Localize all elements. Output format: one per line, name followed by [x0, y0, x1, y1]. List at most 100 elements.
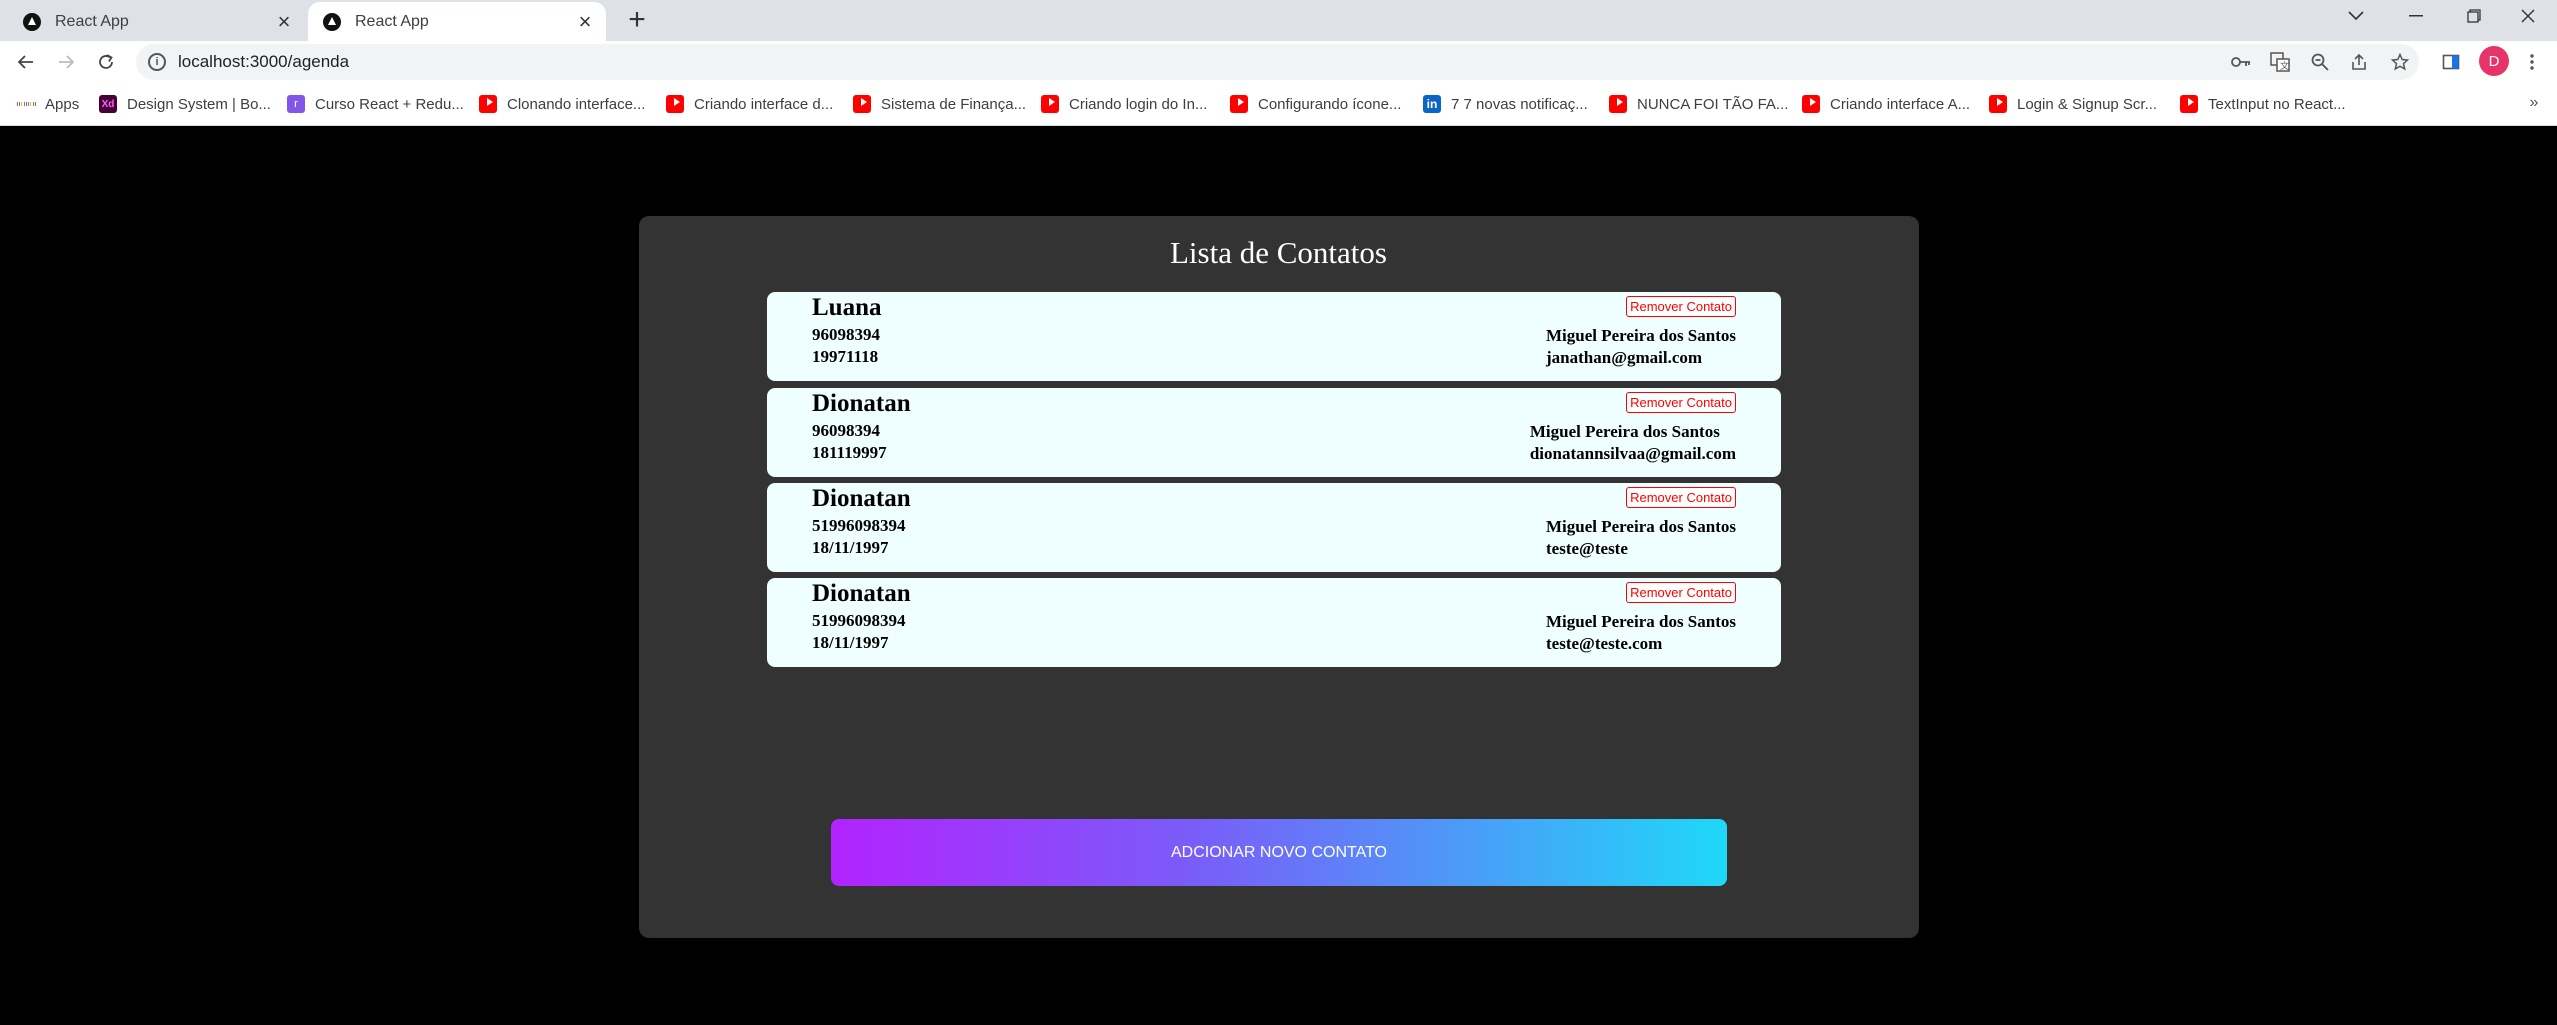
- browser-tab-1[interactable]: React App ×: [8, 2, 305, 41]
- bookmark-label: Criando interface d...: [694, 95, 834, 113]
- remove-contact-button[interactable]: Remover Contato: [1626, 296, 1736, 317]
- bookmark-label: 7 7 novas notificaç...: [1451, 95, 1588, 113]
- remove-contact-button[interactable]: Remover Contato: [1626, 582, 1736, 603]
- new-tab-button[interactable]: +: [622, 5, 652, 35]
- contact-phone: 96098394: [812, 421, 880, 440]
- contact-birth: 181119997: [812, 443, 887, 462]
- contact-card: Dionatan 51996098394 18/11/1997 Remover …: [767, 483, 1781, 572]
- svg-text:文: 文: [2280, 60, 2289, 72]
- password-key-icon[interactable]: [2229, 50, 2253, 74]
- bookmark-label: Criando login do In...: [1069, 95, 1208, 113]
- bookmark-curso-react[interactable]: r Curso React + Redu...: [287, 92, 464, 116]
- contact-email: teste@teste.com: [1546, 634, 1663, 653]
- bookmark-star-icon[interactable]: [2388, 50, 2412, 74]
- bookmark-login-signup[interactable]: Login & Signup Scr...: [1989, 92, 2157, 116]
- url-text[interactable]: localhost:3000/agenda: [178, 52, 349, 72]
- contact-address: Miguel Pereira dos Santos: [1546, 612, 1736, 631]
- side-panel-icon[interactable]: [2439, 50, 2463, 74]
- youtube-icon: [1989, 95, 2007, 113]
- bookmark-label: Design System | Bo...: [127, 95, 271, 113]
- youtube-icon: [1802, 95, 1820, 113]
- bookmark-clonando-interface[interactable]: Clonando interface...: [479, 92, 645, 116]
- translate-icon[interactable]: 文: [2268, 50, 2292, 74]
- zoom-icon[interactable]: [2308, 50, 2332, 74]
- bookmark-label: Login & Signup Scr...: [2017, 95, 2158, 113]
- bookmarks-overflow-chevron-icon[interactable]: »: [2522, 91, 2546, 115]
- youtube-icon: [1609, 95, 1627, 113]
- contact-birth: 19971118: [812, 347, 879, 366]
- address-bar[interactable]: i localhost:3000/agenda: [136, 44, 2419, 80]
- bookmark-design-system[interactable]: Xd Design System | Bo...: [99, 92, 271, 116]
- bookmark-criando-interface-a[interactable]: Criando interface A...: [1802, 92, 1970, 116]
- contact-details: Miguel Pereira dos Santos teste@teste: [1546, 516, 1736, 560]
- bookmark-criando-interface-d[interactable]: Criando interface d...: [666, 92, 833, 116]
- browser-toolbar: i localhost:3000/agenda 文 D: [0, 41, 2557, 83]
- contact-name: Dionatan: [812, 485, 911, 512]
- bookmark-label: Sistema de Finança...: [881, 95, 1027, 113]
- contact-phone: 96098394: [812, 325, 880, 344]
- contact-email: janathan@gmail.com: [1546, 348, 1703, 367]
- youtube-icon: [853, 95, 871, 113]
- tab-title: React App: [55, 12, 129, 30]
- tab-close-icon[interactable]: ×: [273, 9, 295, 34]
- rocketseat-icon: r: [287, 95, 305, 113]
- contact-birth: 18/11/1997: [812, 538, 889, 557]
- contact-address: Miguel Pereira dos Santos: [1529, 422, 1720, 441]
- remove-contact-button[interactable]: Remover Contato: [1626, 487, 1736, 508]
- minimize-icon[interactable]: [2387, 0, 2445, 32]
- adobe-xd-icon: Xd: [99, 95, 117, 113]
- contact-phone: 51996098394: [812, 516, 906, 535]
- contact-address: Miguel Pereira dos Santos: [1546, 517, 1736, 536]
- contact-details: Miguel Pereira dos Santos teste@teste.co…: [1546, 611, 1736, 655]
- bookmark-sistema-financas[interactable]: Sistema de Finança...: [853, 92, 1026, 116]
- bookmark-nunca-foi[interactable]: NUNCA FOI TÃO FA...: [1609, 92, 1788, 116]
- bookmark-criando-login[interactable]: Criando login do In...: [1041, 92, 1207, 116]
- add-contact-button[interactable]: ADCIONAR NOVO CONTATO: [831, 819, 1727, 886]
- linkedin-icon: in: [1423, 95, 1441, 113]
- page-viewport: Lista de Contatos Luana 96098394 1997111…: [0, 127, 2557, 1025]
- contact-card: Luana 96098394 19971118 Remover Contato …: [767, 292, 1781, 381]
- react-app-favicon-icon: [23, 12, 41, 31]
- contact-details: Miguel Pereira dos Santos dionatannsilva…: [1530, 421, 1736, 465]
- bookmark-label: Clonando interface...: [507, 95, 646, 113]
- react-app-favicon-icon: [323, 12, 341, 31]
- contact-name: Luana: [812, 294, 882, 321]
- contact-name: Dionatan: [812, 580, 911, 607]
- youtube-icon: [666, 95, 684, 113]
- close-window-icon[interactable]: [2499, 0, 2557, 32]
- reload-icon[interactable]: [89, 45, 123, 79]
- share-icon[interactable]: [2347, 50, 2371, 74]
- youtube-icon: [479, 95, 497, 113]
- contact-name: Dionatan: [812, 390, 911, 417]
- contact-card: Dionatan 51996098394 18/11/1997 Remover …: [767, 578, 1781, 667]
- tab-close-icon[interactable]: ×: [574, 9, 596, 34]
- remove-contact-button[interactable]: Remover Contato: [1626, 392, 1736, 413]
- bookmark-label: Configurando ícone...: [1258, 95, 1402, 113]
- bookmark-apps[interactable]: Apps: [17, 92, 79, 116]
- bookmark-label: NUNCA FOI TÃO FA...: [1637, 95, 1789, 113]
- page-title: Lista de Contatos: [1170, 235, 1387, 270]
- browser-tab-2[interactable]: React App ×: [308, 2, 606, 41]
- bookmark-linkedin[interactable]: in 7 7 novas notificaç...: [1423, 92, 1588, 116]
- contact-address: Miguel Pereira dos Santos: [1546, 326, 1736, 345]
- forward-arrow-icon[interactable]: [49, 45, 83, 79]
- apps-icon: [17, 95, 35, 113]
- contact-email: teste@teste: [1546, 539, 1628, 558]
- restore-icon[interactable]: [2445, 0, 2503, 32]
- site-info-icon[interactable]: i: [148, 53, 166, 71]
- profile-avatar[interactable]: D: [2479, 46, 2509, 76]
- youtube-icon: [1230, 95, 1248, 113]
- contact-phone: 51996098394: [812, 611, 906, 630]
- browser-menu-icon[interactable]: [2520, 50, 2544, 74]
- contact-birth: 18/11/1997: [812, 633, 889, 652]
- bookmark-configurando-icone[interactable]: Configurando ícone...: [1230, 92, 1401, 116]
- bookmark-label: TextInput no React...: [2208, 95, 2346, 113]
- bookmark-label: Curso React + Redu...: [315, 95, 464, 113]
- bookmark-textinput[interactable]: TextInput no React...: [2180, 92, 2346, 116]
- bookmark-label: Apps: [45, 95, 80, 113]
- contact-card: Dionatan 96098394 181119997 Remover Cont…: [767, 388, 1781, 477]
- tab-search-chevron-icon[interactable]: [2327, 0, 2385, 32]
- contact-email: dionatannsilvaa@gmail.com: [1529, 444, 1736, 463]
- youtube-icon: [2180, 95, 2198, 113]
- back-arrow-icon[interactable]: [9, 45, 43, 79]
